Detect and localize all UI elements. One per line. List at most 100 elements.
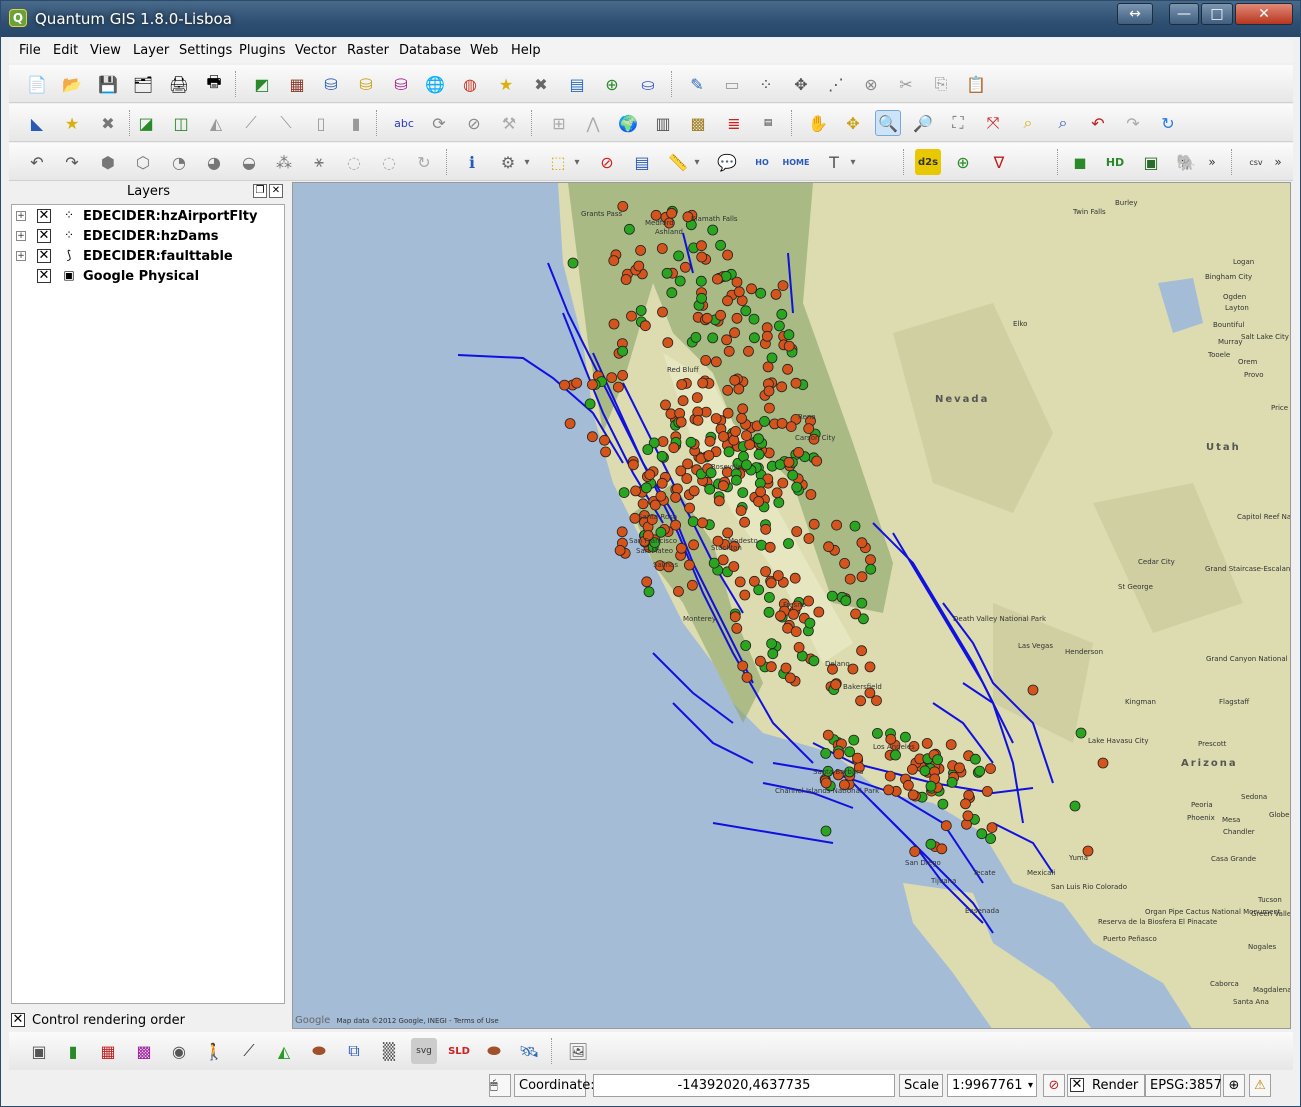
zoom-full-icon[interactable]: ⛶ (945, 110, 971, 136)
select-dropdown-icon[interactable]: ▾ (571, 149, 583, 175)
add-layer-icon[interactable]: ◣ (24, 110, 50, 136)
georeferencer-icon[interactable]: ∇ (986, 149, 1012, 175)
scale-combobox[interactable]: 1:9967761 ▾ (947, 1074, 1037, 1097)
grid-color-icon[interactable]: ▦ (95, 1038, 121, 1064)
raster-gray-icon[interactable]: ▒ (376, 1038, 402, 1064)
print-composer-icon[interactable]: 🖨 (166, 71, 192, 97)
action-icon[interactable]: ⚙ (495, 149, 521, 175)
attribution-text[interactable]: Map data ©2012 Google, INEGI - Terms of … (337, 1017, 499, 1025)
csv-icon[interactable]: csv (1243, 149, 1269, 175)
split-features-icon[interactable]: ⁂ (271, 149, 297, 175)
cut-features-icon[interactable]: ✂ (893, 71, 919, 97)
measure-icon[interactable]: 📏 (665, 149, 691, 175)
expand-icon[interactable]: + (16, 211, 26, 221)
redo-icon[interactable]: ↷ (59, 149, 85, 175)
merge-icon[interactable]: ▮ (343, 110, 369, 136)
menu-database[interactable]: Database (399, 43, 461, 58)
delete-selected-icon[interactable]: ⊗ (858, 71, 884, 97)
d2s-icon[interactable]: d2s (915, 149, 941, 175)
action-dropdown-icon[interactable]: ▾ (521, 149, 533, 175)
expand-icon[interactable]: + (16, 251, 26, 261)
sld-icon[interactable]: SLD (446, 1038, 472, 1064)
menu-file[interactable]: File (19, 43, 41, 58)
expand-icon[interactable]: + (16, 231, 26, 241)
add-oracle-icon[interactable]: ⛀ (635, 71, 661, 97)
move-feature-icon[interactable]: ✥ (788, 71, 814, 97)
rotate-redo-icon[interactable]: ↻ (411, 149, 437, 175)
hd-icon[interactable]: HD (1102, 149, 1128, 175)
show-bookmarks-icon[interactable]: HOME (783, 149, 810, 175)
image-export-icon[interactable]: 🖼 (565, 1038, 591, 1064)
zoom-last-icon[interactable]: ↶ (1085, 110, 1111, 136)
identify-chart-icon[interactable]: ⊞ (546, 110, 572, 136)
green-book-icon[interactable]: ▮ (60, 1038, 86, 1064)
new-bookmark-icon[interactable]: HO (749, 149, 775, 175)
more-tools-icon[interactable]: » (1205, 149, 1219, 175)
layer-row-google-physical[interactable]: ✕ ▣ Google Physical (12, 267, 282, 287)
menu-view[interactable]: View (90, 43, 121, 58)
float-panel-icon[interactable]: ❐ (253, 184, 267, 198)
elephant-icon[interactable]: 🐘 (1173, 149, 1199, 175)
walker-icon[interactable]: 🚶 (201, 1038, 227, 1064)
open-project-icon[interactable]: 📂 (59, 71, 85, 97)
map-canvas[interactable]: Nevada Utah Arizona Grants Pass Medford … (292, 182, 1291, 1029)
colormap-icon[interactable]: ≣ (721, 110, 747, 136)
paste-features-icon[interactable]: 📋 (963, 71, 989, 97)
menu-plugins[interactable]: Plugins (239, 43, 286, 58)
zoom-out-icon[interactable]: 🔎 (910, 110, 936, 136)
label-tool-icon[interactable]: abc (391, 110, 417, 136)
layer-row-dams[interactable]: + ✕ ⁘ EDECIDER:hzDams (12, 227, 282, 247)
menu-raster[interactable]: Raster (347, 43, 389, 58)
menu-layer[interactable]: Layer (133, 43, 169, 58)
crs-button[interactable]: EPSG:3857 (1145, 1074, 1222, 1097)
render-checkbox[interactable]: ✕ (1070, 1078, 1084, 1092)
menu-settings[interactable]: Settings (179, 43, 232, 58)
zoom-next-icon[interactable]: ↷ (1120, 110, 1146, 136)
text-annotation-icon[interactable]: T (821, 149, 847, 175)
open-street-map-icon[interactable]: ◼ (1067, 149, 1093, 175)
add-mssql-icon[interactable]: ⛁ (388, 71, 414, 97)
zoom-native-icon[interactable]: ⌕ (1050, 110, 1076, 136)
remove-layer-icon[interactable]: ✖ (528, 71, 554, 97)
gear-globe-icon[interactable]: ◉ (166, 1038, 192, 1064)
restore-size-button[interactable]: ↔ (1117, 3, 1153, 25)
layer-visibility-checkbox[interactable]: ✕ (37, 229, 51, 243)
new-spatialite-layer-icon[interactable]: ▤ (564, 71, 590, 97)
close-button[interactable]: ✕ (1235, 3, 1293, 25)
layer-visibility-checkbox[interactable]: ✕ (37, 249, 51, 263)
crs-globe-icon[interactable]: ⊕ (1223, 1074, 1245, 1097)
new-shapefile-icon[interactable]: ★ (493, 71, 519, 97)
map-tips-icon[interactable]: 💬 (714, 149, 740, 175)
identify-icon[interactable]: ℹ (459, 149, 485, 175)
render-order-checkbox[interactable]: ✕ (11, 1013, 25, 1027)
add-wms-icon[interactable]: 🌐 (422, 71, 448, 97)
close-panel-icon[interactable]: ✕ (269, 184, 283, 198)
add-plus-layer-icon[interactable]: ⊕ (950, 149, 976, 175)
pan-to-selection-icon[interactable]: ✥ (840, 110, 866, 136)
add-vector-layer-icon[interactable]: ◩ (249, 71, 275, 97)
rotate-point-icon[interactable]: ⚹ (306, 149, 332, 175)
offset-icon[interactable]: ⊘ (461, 110, 487, 136)
split-icon[interactable]: ▯ (308, 110, 334, 136)
render-toggle[interactable]: ✕ Render (1067, 1074, 1145, 1097)
trace-icon[interactable]: ◌ (376, 149, 402, 175)
saucer-icon[interactable]: ⬬ (306, 1038, 332, 1064)
layer-visibility-checkbox[interactable]: ✕ (37, 269, 51, 283)
toggle-editing-icon[interactable]: ✎ (684, 71, 710, 97)
add-wfs-icon[interactable]: ⊕ (599, 71, 625, 97)
add-ring-icon[interactable]: ◫ (168, 110, 194, 136)
menu-edit[interactable]: Edit (53, 43, 78, 58)
add-spatialite-icon[interactable]: ⛁ (353, 71, 379, 97)
remove-layer-x-icon[interactable]: ✖ (95, 110, 121, 136)
raster-calculator-icon[interactable]: ▥ (650, 110, 676, 136)
new-project-icon[interactable]: 📄 (24, 71, 50, 97)
undo-icon[interactable]: ↶ (24, 149, 50, 175)
maximize-button[interactable]: □ (1201, 3, 1233, 25)
add-part-icon[interactable]: ◭ (203, 110, 229, 136)
satellite-icon[interactable]: 🛰 (516, 1038, 542, 1064)
layer-row-faults[interactable]: + ✕ ⟆ EDECIDER:faulttable (12, 247, 282, 267)
photo-icon[interactable]: ▣ (1138, 149, 1164, 175)
stop-render-icon[interactable]: ⊘ (1043, 1074, 1065, 1097)
zoom-layer-icon[interactable]: ⤧ (980, 110, 1006, 136)
save-project-icon[interactable]: 💾 (95, 71, 121, 97)
